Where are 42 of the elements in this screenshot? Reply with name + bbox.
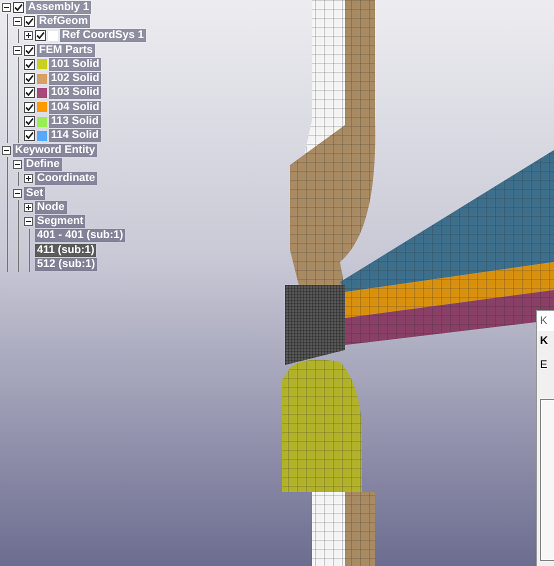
collapse-icon[interactable] <box>13 188 22 198</box>
collapse-icon[interactable] <box>13 160 22 169</box>
dialog-title: K <box>539 314 548 329</box>
collapse-icon[interactable] <box>13 46 22 55</box>
checkbox[interactable] <box>24 73 35 84</box>
collapse-icon[interactable] <box>2 2 11 12</box>
checkbox[interactable] <box>35 30 46 42</box>
tree-item[interactable]: Assembly 1 <box>26 0 92 14</box>
expand-icon[interactable] <box>24 31 33 40</box>
checkbox[interactable] <box>13 2 24 13</box>
tree-item[interactable]: 114 Solid <box>49 129 101 142</box>
checkbox[interactable] <box>24 16 35 27</box>
collapse-icon[interactable] <box>24 217 33 226</box>
checkbox[interactable] <box>24 44 35 56</box>
checkbox[interactable] <box>24 87 35 98</box>
checkbox[interactable] <box>24 116 35 128</box>
tree-item[interactable]: 102 Solid <box>49 72 102 86</box>
tree-item[interactable]: Node <box>35 200 66 214</box>
expand-icon[interactable] <box>24 202 33 212</box>
tree-item[interactable]: 512 (sub:1) <box>35 258 98 271</box>
dialog-heading: K <box>540 335 549 347</box>
tree-item[interactable]: Coordinate <box>35 172 98 186</box>
tree-item[interactable]: 411 (sub:1) <box>35 244 96 257</box>
checkbox[interactable] <box>24 58 35 70</box>
tree-item[interactable]: 401 - 401 (sub:1) <box>35 229 126 242</box>
collapse-icon[interactable] <box>2 146 11 155</box>
tree-item[interactable]: 104 Solid <box>49 100 102 114</box>
tree-item[interactable]: Set <box>24 186 46 200</box>
tree-item[interactable]: 103 Solid <box>49 86 102 100</box>
checkbox[interactable] <box>24 130 35 142</box>
tree-item[interactable]: Keyword Entity <box>13 144 98 157</box>
expand-icon[interactable] <box>24 174 33 184</box>
dialog-label: E <box>540 359 548 371</box>
collapse-icon[interactable] <box>13 16 22 26</box>
tree-item[interactable]: Define <box>24 158 62 171</box>
tree-item[interactable]: RefGeom <box>37 14 90 28</box>
tree-item[interactable]: Ref CoordSys 1 <box>60 29 146 42</box>
tree-item[interactable]: 113 Solid <box>49 115 101 128</box>
tree-item[interactable]: FEM Parts <box>37 44 95 57</box>
tree-item[interactable]: 101 Solid <box>49 58 102 71</box>
tree-item[interactable]: Segment <box>35 215 86 228</box>
checkbox[interactable] <box>24 102 35 113</box>
